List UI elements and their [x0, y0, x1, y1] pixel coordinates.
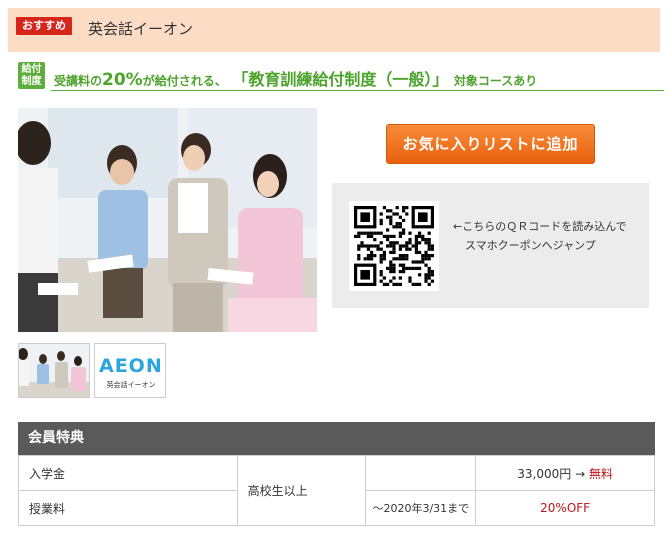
- benefit-condition: 高校生以上: [236, 455, 367, 526]
- grant-icon: 給付 制度: [18, 62, 45, 89]
- benefit-value: 20%OFF: [475, 490, 655, 526]
- school-name: 英会話イーオン: [88, 20, 194, 38]
- school-header: おすすめ 英会話イーオン: [8, 8, 660, 52]
- grant-notice: 給付 制度 受講料の20%が給付される、 「教育訓練給付制度（一般）」 対象コー…: [18, 62, 664, 92]
- qr-coupon-panel: ←こちらのＱＲコードを読み込んで スマホクーポンへジャンプ: [332, 183, 649, 308]
- qr-instructions: ←こちらのＱＲコードを読み込んで スマホクーポンへジャンプ: [453, 220, 627, 252]
- main-classroom-photo: [18, 108, 317, 332]
- aeon-logo: AEON: [99, 355, 163, 377]
- aeon-logo-subtext: 英会話イーオン: [106, 381, 156, 389]
- add-to-favorites-button[interactable]: お気に入りリストに追加: [386, 124, 595, 164]
- benefit-period: [365, 455, 477, 491]
- recommended-badge: おすすめ: [16, 17, 72, 35]
- qr-code[interactable]: [349, 201, 439, 291]
- member-benefits-title: 会員特典: [18, 422, 655, 455]
- member-benefits-table: 入学金 高校生以上 33,000円 → 無料 授業料 ～2020年3/31まで …: [18, 455, 655, 526]
- benefit-period: ～2020年3/31まで: [365, 490, 477, 526]
- grant-underline: [51, 90, 664, 91]
- benefit-value: 33,000円 → 無料: [475, 455, 655, 491]
- photo-thumbnail[interactable]: [18, 343, 90, 398]
- benefit-item: 入学金: [18, 455, 238, 491]
- grant-text: 受講料の20%が給付される、 「教育訓練給付制度（一般）」 対象コースあり: [54, 70, 538, 90]
- table-row: 入学金 高校生以上 33,000円 → 無料: [18, 455, 655, 526]
- logo-thumbnail[interactable]: AEON 英会話イーオン: [94, 343, 166, 398]
- benefit-item: 授業料: [18, 490, 238, 526]
